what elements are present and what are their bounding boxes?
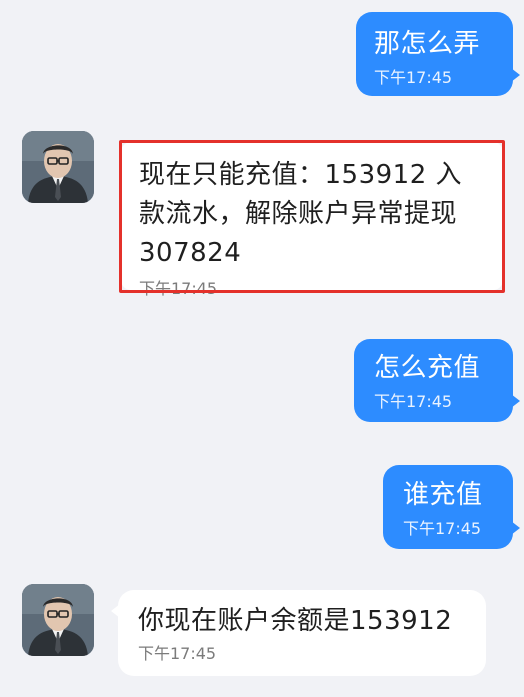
message-time: 下午17:45 bbox=[139, 279, 218, 298]
contact-avatar-icon[interactable] bbox=[22, 131, 94, 203]
message-time: 下午17:45 bbox=[374, 392, 453, 411]
message-time: 下午17:45 bbox=[374, 68, 453, 87]
person-photo-icon bbox=[22, 584, 94, 656]
contact-avatar-icon[interactable] bbox=[22, 584, 94, 656]
bubble-tail bbox=[511, 394, 520, 408]
chat-thread: 那怎么弄 下午17:45 现在只能充值：153912 入款流水，解除账户异常提现… bbox=[0, 0, 524, 697]
outgoing-message-bubble[interactable]: 怎么充值 下午17:45 bbox=[354, 339, 520, 422]
message-time: 下午17:45 bbox=[138, 644, 217, 663]
incoming-message-bubble[interactable]: 现在只能充值：153912 入款流水，解除账户异常提现307824 下午17:4… bbox=[121, 142, 503, 298]
incoming-message-bubble[interactable]: 你现在账户余额是153912 下午17:45 bbox=[111, 590, 486, 676]
bubble-tail bbox=[511, 68, 520, 82]
message-time: 下午17:45 bbox=[403, 519, 482, 538]
message-text: 现在只能充值：153912 入款流水，解除账户异常提现307824 bbox=[139, 160, 463, 268]
message-text: 怎么充值 bbox=[374, 353, 481, 383]
outgoing-message-bubble[interactable]: 谁充值 下午17:45 bbox=[383, 465, 520, 549]
bubble-tail bbox=[111, 604, 120, 618]
bubble-tail bbox=[511, 521, 520, 535]
outgoing-message-bubble[interactable]: 那怎么弄 下午17:45 bbox=[356, 12, 520, 96]
message-text: 那怎么弄 bbox=[374, 29, 481, 59]
message-text: 谁充值 bbox=[403, 480, 483, 510]
person-photo-icon bbox=[22, 131, 94, 203]
message-text: 你现在账户余额是153912 bbox=[138, 606, 453, 636]
